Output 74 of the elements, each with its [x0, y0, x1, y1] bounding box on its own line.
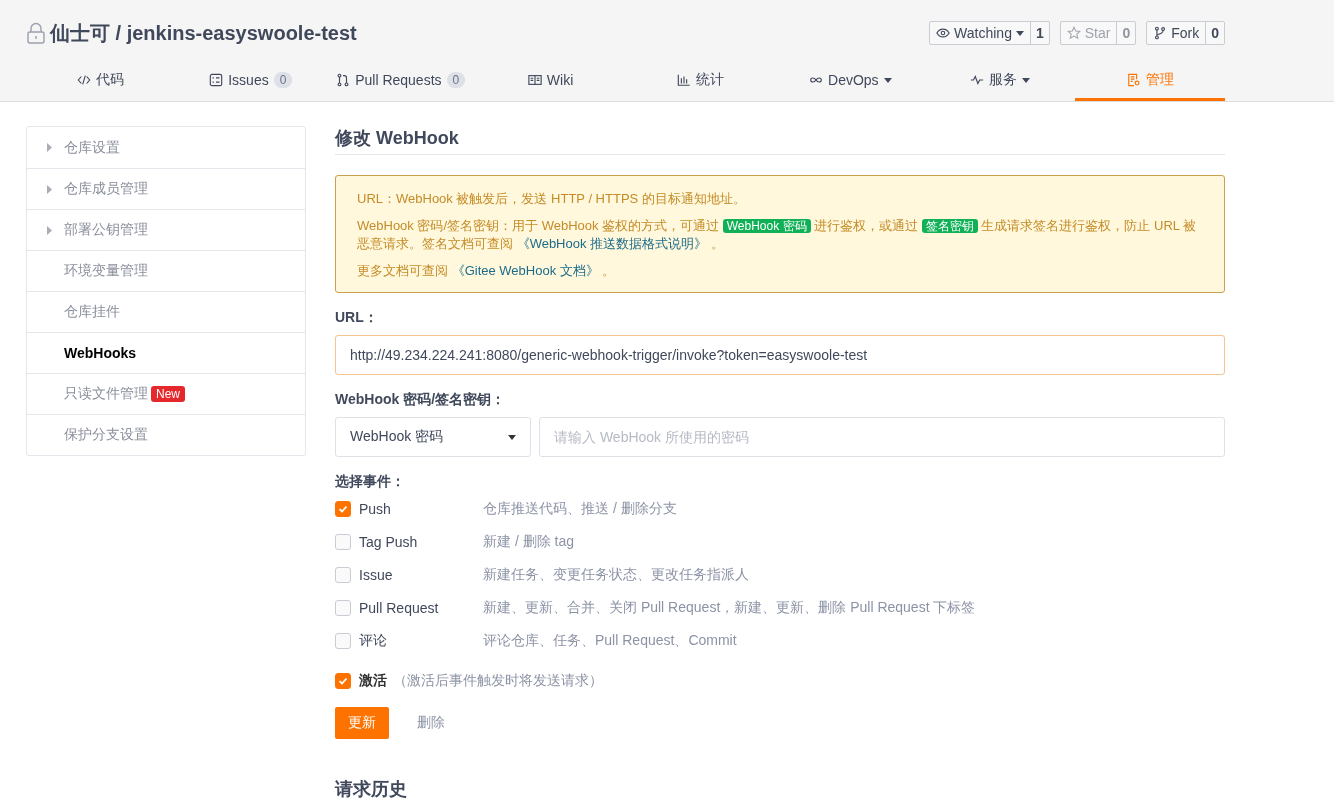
event-description: 新建 / 删除 tag — [483, 533, 575, 551]
count-badge: 0 — [273, 72, 293, 88]
field-label: 选择事件： — [335, 473, 406, 491]
event-name: Pull Request — [359, 600, 440, 616]
sidebar-item[interactable]: 仓库成员管理 — [27, 168, 305, 209]
star-icon — [1066, 26, 1081, 40]
check-icon — [338, 676, 348, 686]
field-label: URL： — [335, 309, 379, 327]
sidebar-item[interactable]: 只读文件管理 New — [27, 373, 305, 414]
event-description: 新建任务、变更任务状态、更改任务指派人 — [483, 566, 749, 584]
key-tag: 签名密钥 — [921, 219, 978, 233]
eye-icon — [936, 26, 951, 40]
expand-icon — [47, 184, 52, 194]
event-description: 仓库推送代码、推送 / 删除分支 — [483, 500, 677, 518]
caret-icon — [883, 77, 892, 83]
nav-tab[interactable]: 服务 — [925, 60, 1076, 101]
checkbox[interactable] — [335, 673, 351, 689]
nav-tab[interactable]: Wiki — [475, 60, 626, 101]
checkbox[interactable] — [335, 633, 351, 649]
caret-icon — [1015, 30, 1024, 36]
notice-text: WebHook 密码/签名密钥：用于 WebHook 鉴权的方式，可通过 WebHook 密码 进行鉴权，或通过 签名密钥 生成请求签名进行鉴权，防止 URL 被恶意请求。签名文档可查阅 《WebHook 推送数据格式说明》 。 — [357, 217, 1198, 253]
doc-link[interactable]: 《Gitee WebHook 文档》 — [451, 263, 599, 278]
nav-tab[interactable]: Issues 0 — [175, 60, 326, 101]
sidebar-item[interactable]: 仓库挂件 — [27, 291, 305, 332]
sidebar-item[interactable]: WebHooks — [27, 332, 305, 373]
code-icon — [77, 73, 92, 87]
doc-link[interactable]: 《WebHook 推送数据格式说明》 — [516, 236, 708, 251]
field-label: WebHook 密码/签名密钥： — [335, 391, 507, 409]
page-heading: 修改 WebHook — [335, 126, 1225, 155]
document-gear-icon — [1126, 73, 1141, 87]
expand-icon — [47, 143, 52, 152]
password-field[interactable]: 请输入 WebHook 所使用的密码 — [539, 417, 1225, 457]
checkbox[interactable] — [335, 501, 351, 517]
new-badge: New — [151, 386, 185, 402]
eye-button[interactable]: Watching 1 — [929, 21, 1050, 45]
delete-button[interactable]: 删除 — [417, 714, 445, 732]
checklist-icon — [209, 73, 224, 87]
count-badge: 0 — [446, 72, 466, 88]
event-name: 评论 — [359, 632, 388, 650]
notice-text: URL：WebHook 被触发后，发送 HTTP / HTTPS 的目标通知地址。 — [357, 190, 747, 208]
nav-tab[interactable]: DevOps — [775, 60, 926, 101]
bar-chart-icon — [676, 73, 691, 87]
nav-tab[interactable]: 代码 — [26, 60, 176, 101]
checkbox[interactable] — [335, 534, 351, 550]
book-icon — [527, 73, 542, 87]
fork-button[interactable]: Fork 0 — [1146, 21, 1225, 45]
pull-request-icon — [336, 73, 351, 87]
sidebar-item[interactable]: 保护分支设置 — [27, 414, 305, 455]
key-tag: WebHook 密码 — [722, 219, 811, 233]
notice-text: 更多文档可查阅 《Gitee WebHook 文档》 。 — [357, 262, 617, 280]
event-description: 新建、更新、合并、关闭 Pull Request，新建、更新、删除 Pull Request 下标签 — [483, 599, 976, 617]
repo-title: 仙士可 / jenkins-easyswoole-test — [50, 20, 357, 46]
sidebar-item[interactable]: 仓库设置 — [27, 127, 305, 168]
secret-type-dropdown[interactable]: WebHook 密码 — [335, 417, 531, 457]
checkbox[interactable] — [335, 567, 351, 583]
event-description: 评论仓库、任务、Pull Request、Commit — [483, 632, 737, 650]
expand-icon — [47, 225, 52, 235]
fork-icon — [1153, 26, 1168, 40]
pulse-icon — [970, 73, 985, 87]
event-name: Push — [359, 501, 392, 517]
sidebar-item[interactable]: 环境变量管理 — [27, 250, 305, 291]
active-label: 激活 — [359, 672, 387, 690]
nav-tab[interactable]: Pull Requests 0 — [325, 60, 476, 101]
nav-tab[interactable]: 统计 — [625, 60, 776, 101]
caret-icon — [508, 434, 516, 440]
check-icon — [338, 504, 348, 514]
url-field[interactable]: http://49.234.224.241:8080/generic-webhook-trigger/invoke?token=easyswoole-test — [335, 335, 1225, 375]
event-name: Tag Push — [359, 534, 419, 550]
checkbox[interactable] — [335, 600, 351, 616]
caret-icon — [1022, 77, 1031, 83]
active-hint: （激活后事件触发时将发送请求） — [393, 672, 603, 690]
sidebar-item[interactable]: 部署公钥管理 — [27, 209, 305, 250]
section-heading: 请求历史 — [335, 778, 408, 801]
event-name: Issue — [359, 567, 394, 583]
